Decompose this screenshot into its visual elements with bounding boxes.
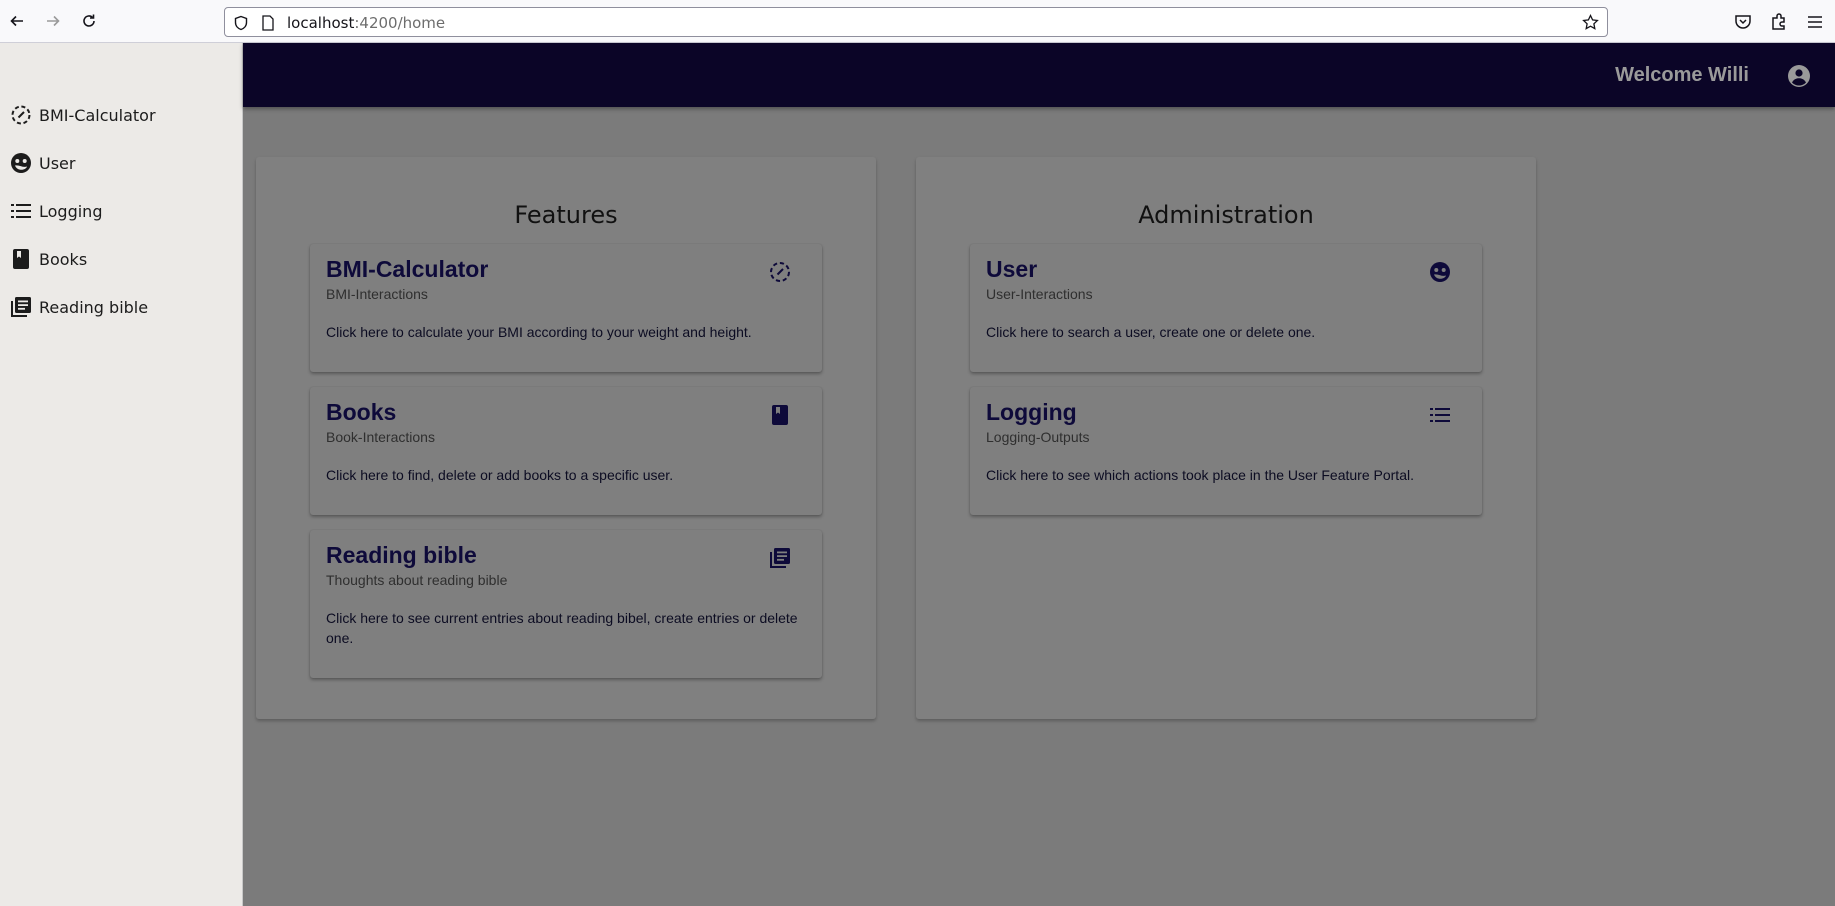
administration-panel: Administration User User-Interactions Cl… [916,157,1536,719]
sidebar-item-label: Logging [39,201,103,221]
sidebar-item-books[interactable]: Books [0,239,243,279]
book-icon [10,248,32,270]
card-title: User [986,256,1038,282]
forward-button[interactable] [43,11,63,31]
card-description: Click here to search a user, create one … [986,324,1316,340]
card-books[interactable]: Books Book-Interactions Click here to fi… [310,387,822,515]
panel-title: Features [514,201,618,229]
card-user[interactable]: User User-Interactions Click here to sea… [970,244,1482,372]
account-circle-icon[interactable] [1787,64,1811,88]
sidebar-item-label: Reading bible [39,297,149,317]
extensions-icon[interactable] [1769,12,1789,32]
sidebar-item-label: Books [39,249,88,269]
sidebar-item-label: User [39,153,76,173]
library-books-icon [770,548,790,568]
features-panel: Features BMI-Calculator BMI-Interactions… [256,157,876,719]
card-description: Click here to calculate your BMI accordi… [326,324,752,340]
card-title: Books [326,399,397,425]
browser-toolbar: localhost:4200/home [0,0,1835,43]
timer-dashed-icon [770,262,790,282]
card-description: Click here to find, delete or add books … [326,467,674,483]
main-content: Welcome Willi Features BMI-Calculator BM… [243,43,1835,906]
list-icon [10,200,32,222]
bookmark-star-icon[interactable] [1582,14,1599,31]
face-icon [10,152,32,174]
card-subtitle: BMI-Interactions [326,286,428,302]
library-books-icon [10,296,32,318]
card-title: BMI-Calculator [326,256,489,282]
sidebar-item-user[interactable]: User [0,143,243,183]
url-path: :4200/home [354,14,446,32]
card-logging[interactable]: Logging Logging-Outputs Click here to se… [970,387,1482,515]
arrow-left-icon [10,15,23,27]
list-icon [1430,408,1450,422]
card-description: Click here to see which actions took pla… [986,467,1414,483]
card-bmi-calculator[interactable]: BMI-Calculator BMI-Interactions Click he… [310,244,822,372]
card-subtitle: Logging-Outputs [986,429,1090,445]
welcome-text: Welcome Willi [1615,64,1749,86]
book-icon [772,405,788,425]
card-subtitle: Thoughts about reading bible [326,572,508,588]
sidebar: BMI-Calculator User Logging Books Readin… [0,43,243,906]
card-description: Click here to see current entries about … [326,610,798,646]
card-reading-bible[interactable]: Reading bible Thoughts about reading bib… [310,530,822,678]
shield-icon[interactable] [233,15,249,31]
card-subtitle: User-Interactions [986,286,1093,302]
back-button[interactable] [7,11,27,31]
url-text[interactable]: localhost:4200/home [287,14,445,32]
arrow-right-icon [47,15,60,27]
panel-title: Administration [1138,201,1314,229]
pocket-icon[interactable] [1733,12,1753,32]
card-title: Reading bible [326,542,477,568]
sidebar-item-label: BMI-Calculator [39,105,156,125]
app-toolbar: Welcome Willi [243,43,1835,107]
reload-icon [83,14,95,27]
menu-icon[interactable] [1805,12,1825,32]
sidebar-item-bmi-calculator[interactable]: BMI-Calculator [0,95,243,135]
address-bar[interactable]: localhost:4200/home [224,7,1608,37]
url-host: localhost [287,14,355,32]
card-title: Logging [986,399,1077,425]
page-icon [262,15,274,31]
sidebar-item-reading-bible[interactable]: Reading bible [0,287,243,327]
sidebar-item-logging[interactable]: Logging [0,191,243,231]
face-icon [1430,262,1450,282]
timer-dashed-icon [10,104,32,126]
reload-button[interactable] [79,11,99,31]
card-subtitle: Book-Interactions [326,429,435,445]
